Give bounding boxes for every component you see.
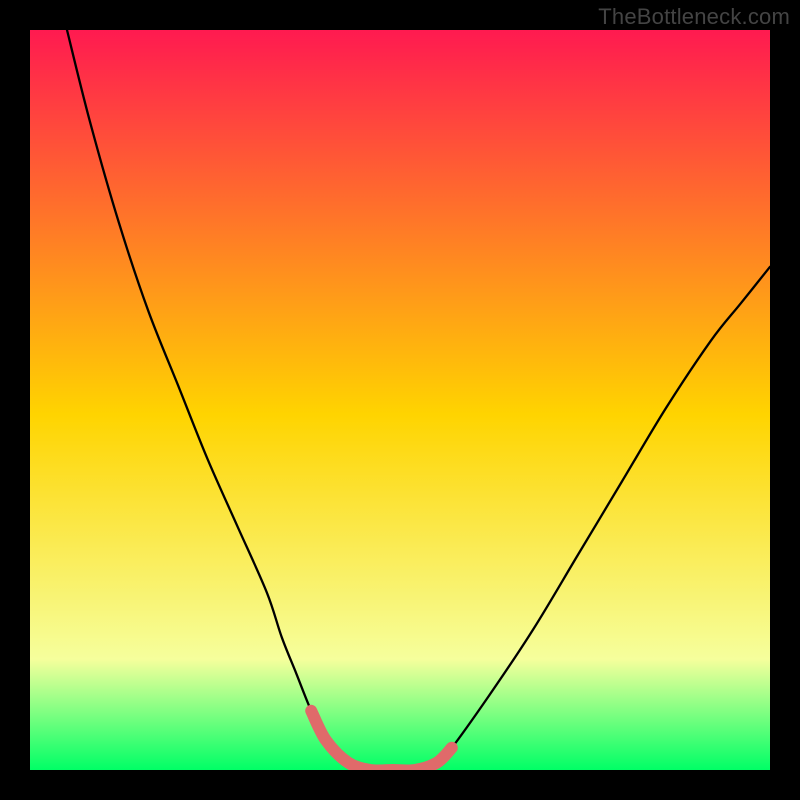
gradient-background [30, 30, 770, 770]
watermark-text: TheBottleneck.com [598, 4, 790, 30]
bottleneck-chart-svg [30, 30, 770, 770]
chart-frame: TheBottleneck.com [0, 0, 800, 800]
plot-area [30, 30, 770, 770]
